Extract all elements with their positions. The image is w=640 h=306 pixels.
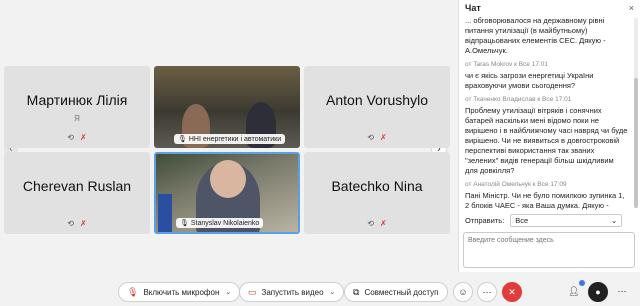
more-dots-icon: ⋯ <box>617 286 627 296</box>
chat-message-input[interactable] <box>463 232 635 268</box>
chat-message-meta: от Анатолій Омельчук к Все 17:09 <box>465 181 567 188</box>
chat-message-meta: от Ткаченко Владислав к Все 17:01 <box>465 96 572 103</box>
chat-message-body: ... обговорювалося на державному рівні п… <box>465 16 606 55</box>
send-to-select[interactable]: Все ⌄ <box>510 214 623 227</box>
chat-message-body: чи є якісь загрози енергетиці України вр… <box>465 71 594 90</box>
chat-title: Чат <box>465 3 481 13</box>
audio-icon: ⟲ <box>367 133 374 142</box>
meeting-toolbar: 🎙︎ Включить микрофон ⌄ ▭ Запустить видео… <box>0 272 640 306</box>
overflow-menu-button[interactable]: ⋯ <box>612 282 632 302</box>
participant-face <box>210 160 246 198</box>
mic-icon: 🎙︎ <box>178 136 189 143</box>
chat-header: Чат × <box>459 0 640 16</box>
more-dots-icon: ⋯ <box>482 287 492 297</box>
microphone-muted-icon: 🎙︎ <box>127 286 139 297</box>
participant-name: Мартинюк Лілія <box>26 92 128 108</box>
participant-name: Batechko Nina <box>331 178 423 194</box>
share-screen-icon: ⧉ <box>353 286 360 297</box>
participant-name: Anton Vorushylo <box>326 92 428 108</box>
scrollbar-thumb[interactable] <box>634 78 638 208</box>
chat-scrollbar[interactable] <box>634 18 638 208</box>
participants-icon: 👤︎ <box>568 286 580 296</box>
reactions-button[interactable]: ☺ <box>453 282 473 302</box>
participant-label: ННІ енергетики і автоматики <box>188 136 282 143</box>
chat-message-list[interactable]: ... обговорювалося на державному рівні п… <box>459 16 632 210</box>
leave-meeting-button[interactable]: ✕ <box>502 282 522 302</box>
audio-icon: ⟲ <box>367 219 374 228</box>
video-off-icon: ✗ <box>380 219 387 228</box>
chat-message-body: Пані Міністр. Чи не було помилкою зупинк… <box>465 191 625 210</box>
chat-message-body: Проблему утилізації вітряків і сонячних … <box>465 106 628 175</box>
more-options-button[interactable]: ⋯ <box>477 282 497 302</box>
chat-panel: Чат × ... обговорювалося на державному р… <box>458 0 640 272</box>
participant-tile-vorushylo[interactable]: Anton Vorushylo ⟲ ✗ <box>304 66 450 148</box>
participant-tile-martyniuk[interactable]: Мартинюк Лілія Я ⟲ ✗ <box>4 66 150 148</box>
participant-tile-nni-video[interactable]: 🎙︎ ННІ енергетики і автоматики <box>154 66 300 148</box>
share-screen-label: Совместный доступ <box>364 287 439 297</box>
close-icon: ✕ <box>508 287 516 297</box>
audio-icon: ⟲ <box>67 133 74 142</box>
chat-toggle-button[interactable]: ● <box>588 282 608 302</box>
chat-message-meta: от Taras Mokrov к Все 17:01 <box>465 61 548 68</box>
video-off-icon: ✗ <box>380 133 387 142</box>
participant-tile-cherevan[interactable]: Cherevan Ruslan ⟲ ✗ <box>4 152 150 234</box>
participants-button[interactable]: 👤︎ <box>564 280 585 302</box>
participant-name: Cherevan Ruslan <box>22 178 132 194</box>
audio-icon: ⟲ <box>67 219 74 228</box>
video-stage: ‹ › Мартинюк Лілія Я ⟲ ✗ 🎙︎ ННІ енергетик… <box>0 0 458 272</box>
notification-badge <box>579 280 585 286</box>
start-video-label: Запустить видео <box>261 287 324 297</box>
start-video-button[interactable]: ▭ Запустить видео ⌄ <box>239 282 345 302</box>
participant-label: Stanyslav Nikolaienko <box>190 220 260 227</box>
smiley-icon: ☺ <box>458 287 468 297</box>
unmute-microphone-button[interactable]: 🎙︎ Включить микрофон ⌄ <box>118 282 241 302</box>
chevron-down-icon[interactable]: ⌄ <box>330 288 336 296</box>
send-to-value: Все <box>515 216 529 225</box>
flag-figure <box>158 194 172 232</box>
chevron-down-icon: ⌄ <box>610 216 618 225</box>
mic-icon: 🎙︎ <box>180 220 191 227</box>
chat-bubble-icon: ● <box>595 287 601 297</box>
chevron-down-icon[interactable]: ⌄ <box>225 288 231 296</box>
participant-tile-batechko[interactable]: Batechko Nina ⟲ ✗ <box>304 152 450 234</box>
video-off-icon: ✗ <box>80 133 87 142</box>
video-off-icon: ▭ <box>248 286 257 297</box>
video-off-icon: ✗ <box>80 219 87 228</box>
self-indicator: Я <box>74 114 80 123</box>
share-screen-button[interactable]: ⧉ Совместный доступ <box>344 282 448 302</box>
unmute-label: Включить микрофон <box>143 287 220 297</box>
send-to-row: Отправить: Все ⌄ <box>465 214 623 227</box>
close-icon[interactable]: × <box>629 3 634 13</box>
send-to-label: Отправить: <box>465 216 505 225</box>
participant-tile-nikolaienko-active-speaker[interactable]: 🎙︎ Stanyslav Nikolaienko <box>154 152 300 234</box>
